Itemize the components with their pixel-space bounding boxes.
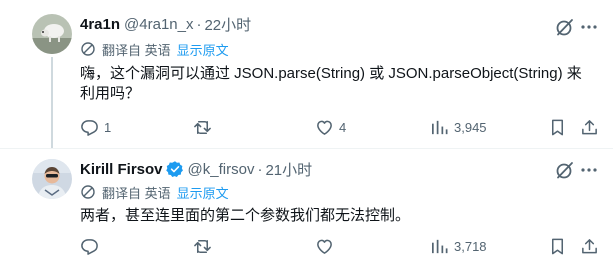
- separator-dot: ·: [257, 160, 263, 178]
- bookmark-button[interactable]: [548, 236, 567, 256]
- like-icon: [317, 239, 332, 254]
- tweet-actions: 1 4 3,945: [80, 117, 600, 137]
- views-button[interactable]: 3,945: [430, 117, 487, 137]
- thread-connector-line: [51, 57, 53, 148]
- translated-from-label: 翻译自 英语: [102, 42, 171, 58]
- tweet-actions: 3,718: [80, 236, 600, 256]
- bookmark-icon: [551, 238, 564, 254]
- avatar[interactable]: [32, 14, 72, 54]
- translated-from-label: 翻译自 英语: [102, 185, 171, 201]
- grok-icon[interactable]: [555, 17, 575, 37]
- reply-button[interactable]: [80, 236, 104, 256]
- share-icon: [582, 119, 597, 134]
- tweet-text: 嗨，这个漏洞可以通过 JSON.parse(String) 或 JSON.par…: [80, 65, 582, 102]
- bookmark-icon: [551, 119, 564, 135]
- retweet-icon: [194, 120, 211, 134]
- tweet-text: 两者，甚至连里面的第二个参数我们都无法控制。: [80, 207, 411, 224]
- grok-icon[interactable]: [555, 160, 575, 180]
- view-count: 3,718: [454, 238, 487, 254]
- like-button[interactable]: [315, 236, 339, 256]
- separator-dot: ·: [196, 15, 202, 33]
- show-original-link[interactable]: 显示原文: [177, 183, 229, 202]
- reply-icon: [81, 238, 98, 255]
- more-icon[interactable]: [579, 17, 599, 37]
- avatar-image: [32, 159, 72, 199]
- author-handle[interactable]: @4ra1n_x: [124, 16, 193, 33]
- timestamp[interactable]: 21小时: [265, 159, 312, 180]
- like-count: 4: [339, 119, 347, 135]
- retweet-icon: [194, 239, 211, 253]
- avatar[interactable]: [32, 159, 72, 199]
- avatar-image: [32, 14, 72, 54]
- more-icon[interactable]: [579, 160, 599, 180]
- like-icon: [317, 120, 332, 135]
- author-name[interactable]: Kirill Firsov: [80, 161, 163, 178]
- share-button[interactable]: [580, 117, 599, 137]
- share-icon: [582, 238, 597, 253]
- bookmark-button[interactable]: [548, 117, 567, 137]
- reply-button[interactable]: 1: [80, 117, 111, 137]
- views-icon: [431, 239, 448, 253]
- retweet-button[interactable]: [193, 117, 217, 137]
- translate-icon: [80, 184, 96, 200]
- translation-notice: 翻译自 英语 显示原文: [80, 40, 229, 58]
- show-original-link[interactable]: 显示原文: [177, 40, 229, 59]
- author-name[interactable]: 4ra1n: [80, 16, 120, 33]
- retweet-button[interactable]: [193, 236, 217, 256]
- verified-badge-icon[interactable]: [165, 160, 184, 178]
- tweet[interactable]: 4ra1n @4ra1n_x · 22小时 翻译自 英语 显示原文 嗨，这个漏洞…: [0, 0, 613, 148]
- author-handle[interactable]: @k_firsov: [188, 161, 255, 178]
- timestamp[interactable]: 22小时: [204, 14, 251, 35]
- translate-icon: [80, 41, 96, 57]
- reply-count: 1: [104, 119, 112, 135]
- tweet-header: Kirill Firsov @k_firsov · 21小时: [80, 159, 312, 179]
- like-button[interactable]: 4: [315, 117, 346, 137]
- views-button[interactable]: 3,718: [430, 236, 487, 256]
- views-icon: [431, 120, 448, 134]
- tweet-header: 4ra1n @4ra1n_x · 22小时: [80, 14, 251, 34]
- view-count: 3,945: [454, 119, 487, 135]
- reply-icon: [81, 119, 98, 136]
- translation-notice: 翻译自 英语 显示原文: [80, 183, 229, 201]
- tweet[interactable]: Kirill Firsov @k_firsov · 21小时 翻译自 英语 显示…: [0, 149, 613, 263]
- share-button[interactable]: [580, 236, 599, 256]
